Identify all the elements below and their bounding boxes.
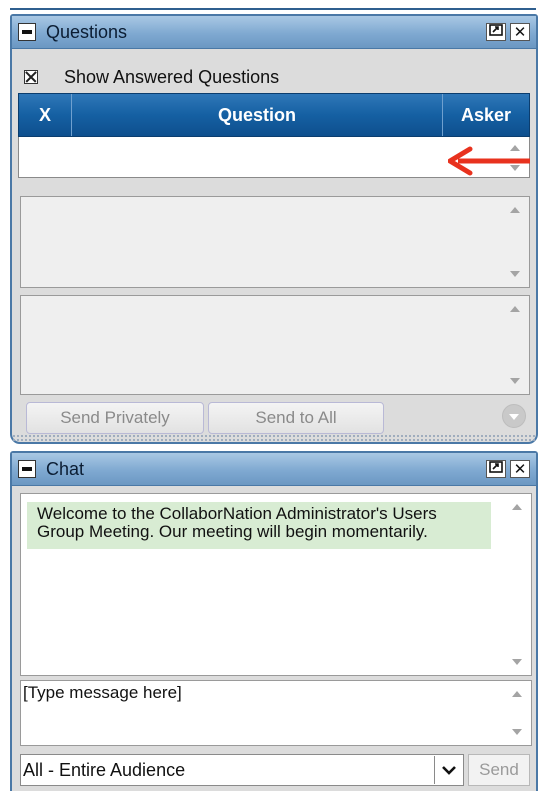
column-header-x[interactable]: X: [19, 94, 72, 136]
question-detail-box[interactable]: [20, 196, 530, 288]
chat-panel-header: Chat ✕: [12, 453, 536, 486]
send-privately-button[interactable]: Send Privately: [26, 402, 204, 434]
scroll-up-icon[interactable]: [510, 306, 520, 312]
popout-icon[interactable]: [486, 460, 506, 478]
questions-panel-title: Questions: [46, 22, 128, 42]
chat-log-scrollbar[interactable]: [505, 496, 529, 673]
scroll-up-icon[interactable]: [510, 207, 520, 213]
show-answered-checkbox[interactable]: [24, 70, 38, 84]
chevron-down-icon[interactable]: [434, 756, 463, 784]
show-answered-toggle[interactable]: Show Answered Questions: [24, 66, 279, 88]
left-arrow-icon: [448, 146, 530, 176]
scroll-down-icon[interactable]: [510, 271, 520, 277]
column-header-asker[interactable]: Asker: [443, 94, 529, 136]
resize-grip[interactable]: [12, 434, 536, 442]
audience-select[interactable]: All - Entire Audience: [20, 754, 464, 786]
close-icon[interactable]: ✕: [510, 23, 530, 41]
questions-table-header: X Question Asker: [18, 93, 530, 137]
question-detail-scrollbar[interactable]: [503, 199, 527, 285]
column-header-question[interactable]: Question: [72, 94, 443, 136]
chat-panel: Chat ✕ Welcome to the CollaborNation Adm…: [10, 451, 538, 791]
scroll-up-icon[interactable]: [512, 691, 522, 697]
welcome-message: Welcome to the CollaborNation Administra…: [27, 502, 491, 549]
chat-input-box[interactable]: [Type message here]: [20, 680, 532, 746]
chat-message-input[interactable]: [Type message here]: [23, 683, 503, 743]
scroll-down-icon[interactable]: [512, 729, 522, 735]
popout-glyph: [489, 24, 503, 36]
scroll-down-icon[interactable]: [512, 659, 522, 665]
close-icon[interactable]: ✕: [510, 460, 530, 478]
popout-glyph: [489, 461, 503, 473]
popout-icon[interactable]: [486, 23, 506, 41]
collapse-icon[interactable]: [18, 23, 36, 41]
show-answered-label: Show Answered Questions: [64, 66, 280, 87]
chat-log[interactable]: Welcome to the CollaborNation Administra…: [20, 493, 532, 676]
questions-panel: Questions ✕ Show Answered Questions X Qu…: [10, 14, 538, 444]
answer-scrollbar[interactable]: [503, 298, 527, 392]
chat-panel-title: Chat: [46, 459, 85, 479]
chat-input-scrollbar[interactable]: [505, 683, 529, 743]
audience-selected-value: All - Entire Audience: [23, 759, 186, 780]
collapse-icon[interactable]: [18, 460, 36, 478]
send-to-all-button[interactable]: Send to All: [208, 402, 384, 434]
options-dropdown-icon[interactable]: [502, 404, 526, 428]
scroll-up-icon[interactable]: [512, 504, 522, 510]
send-button[interactable]: Send: [468, 754, 530, 786]
questions-panel-header: Questions ✕: [12, 16, 536, 49]
chevron-glyph: [442, 766, 456, 775]
top-divider: [10, 8, 536, 10]
scroll-down-icon[interactable]: [510, 378, 520, 384]
answer-box[interactable]: [20, 295, 530, 395]
